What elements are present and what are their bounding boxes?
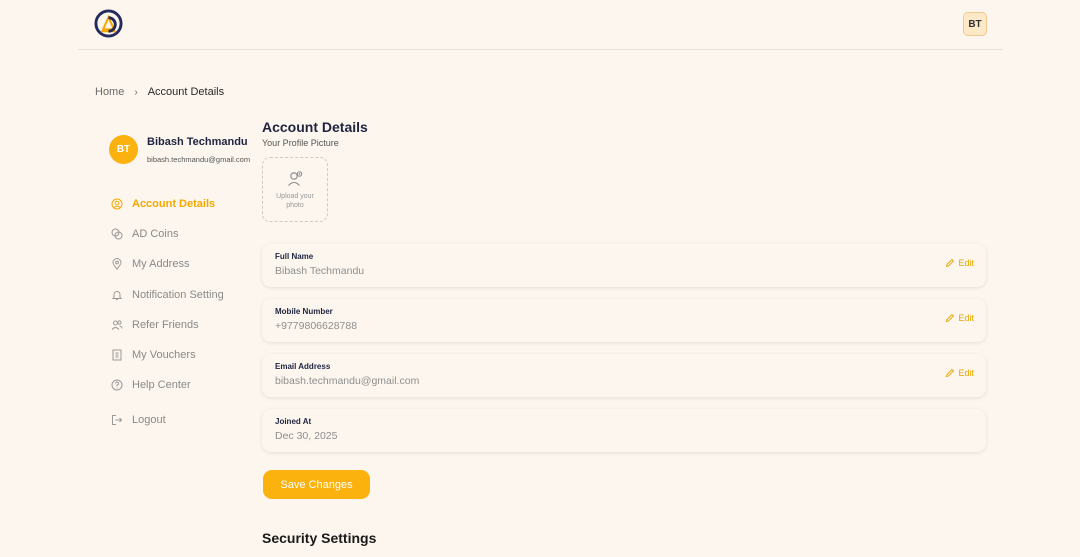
pencil-icon — [946, 368, 955, 378]
sidebar-item-refer-friends[interactable]: Refer Friends — [111, 317, 199, 333]
breadcrumb-current: Account Details — [147, 86, 225, 98]
sidebar-item-account-details[interactable]: Account Details — [111, 196, 215, 212]
sidebar-item-label: My Address — [132, 258, 190, 270]
sidebar-item-label: AD Coins — [132, 228, 179, 240]
map-pin-icon — [111, 258, 123, 270]
sidebar-item-label: Help Center — [132, 379, 191, 391]
page: BT Home › Account Details BT Bibash Tech… — [0, 0, 1080, 557]
field-label: Email Address — [275, 362, 331, 371]
edit-mobile-number-button[interactable]: Edit — [945, 313, 974, 323]
edit-email-address-button[interactable]: Edit — [945, 368, 974, 378]
security-settings-title: Security Settings — [262, 530, 377, 546]
user-circle-icon — [111, 198, 123, 210]
help-circle-icon — [111, 379, 123, 391]
sidebar-item-help-center[interactable]: Help Center — [111, 377, 191, 393]
users-icon — [111, 319, 123, 331]
full-name-field: Full Name Bibash Techmandu Edit — [262, 244, 986, 287]
save-changes-button[interactable]: Save Changes — [263, 470, 370, 499]
sidebar-item-label: Account Details — [132, 198, 216, 210]
sidebar-item-logout[interactable]: Logout — [111, 412, 166, 428]
brand-logo[interactable] — [94, 9, 123, 38]
email-address-field: Email Address bibash.techmandu@gmail.com… — [262, 354, 986, 397]
field-value: Dec 30, 2025 — [275, 430, 338, 442]
breadcrumb-home-link[interactable]: Home — [95, 86, 124, 98]
sidebar-item-ad-coins[interactable]: AD Coins — [111, 226, 178, 242]
field-value: +9779806628788 — [275, 320, 358, 332]
field-value: bibash.techmandu@gmail.com — [275, 375, 420, 387]
field-label: Full Name — [275, 252, 314, 261]
sidebar-item-my-address[interactable]: My Address — [111, 256, 189, 272]
logout-icon — [111, 414, 123, 426]
joined-at-field: Joined At Dec 30, 2025 — [262, 409, 986, 452]
edit-label: Edit — [958, 313, 974, 323]
voucher-icon — [111, 349, 123, 361]
user-upload-icon — [288, 171, 303, 186]
pencil-icon — [946, 313, 955, 323]
profile-picture-label: Your Profile Picture — [262, 138, 339, 148]
user-avatar-button[interactable]: BT — [963, 12, 987, 36]
edit-full-name-button[interactable]: Edit — [945, 258, 974, 268]
breadcrumb-separator: › — [134, 86, 138, 98]
page-title: Account Details — [262, 119, 368, 135]
mobile-number-field: Mobile Number +9779806628788 Edit — [262, 299, 986, 342]
top-header: BT — [78, 0, 1003, 50]
upload-photo-text: Upload your photo — [276, 193, 314, 209]
sidebar-item-label: Refer Friends — [132, 319, 199, 331]
breadcrumb: Home › Account Details — [95, 86, 224, 98]
field-label: Joined At — [275, 417, 312, 426]
sidebar-item-notification-setting[interactable]: Notification Setting — [111, 287, 224, 303]
sidebar-item-label: My Vouchers — [132, 349, 196, 361]
coins-icon — [111, 228, 123, 240]
edit-label: Edit — [958, 258, 974, 268]
sidebar-item-label: Notification Setting — [132, 289, 224, 301]
profile-name: Bibash Techmandu — [147, 136, 248, 148]
field-label: Mobile Number — [275, 307, 333, 316]
edit-label: Edit — [958, 368, 974, 378]
field-value: Bibash Techmandu — [275, 265, 365, 277]
profile-avatar: BT — [109, 135, 138, 164]
bell-icon — [111, 289, 123, 301]
upload-photo-button[interactable]: Upload your photo — [262, 157, 328, 222]
pencil-icon — [946, 258, 955, 268]
sidebar-item-label: Logout — [132, 414, 166, 426]
profile-email: bibash.techmandu@gmail.com — [147, 155, 251, 164]
sidebar-item-my-vouchers[interactable]: My Vouchers — [111, 347, 196, 363]
